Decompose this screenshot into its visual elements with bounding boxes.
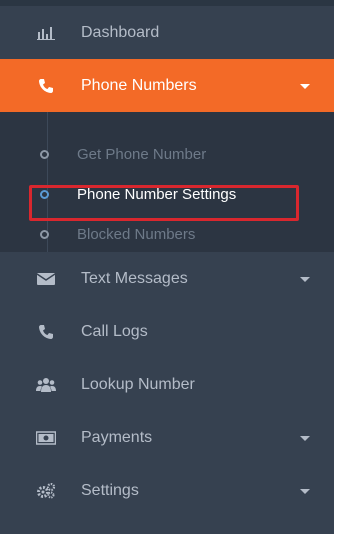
envelope-icon — [35, 269, 57, 289]
sidebar-item-label: Text Messages — [81, 269, 188, 287]
chevron-down-icon — [300, 435, 310, 441]
sidebar-item-label: Call Logs — [81, 322, 148, 340]
chevron-down-icon — [300, 83, 310, 89]
sidebar-item-call-logs[interactable]: Call Logs — [0, 305, 334, 358]
submenu-item-blocked-numbers[interactable]: Blocked Numbers — [0, 214, 334, 254]
bar-chart-icon — [35, 23, 57, 43]
sidebar-item-label: Settings — [81, 481, 139, 499]
bullet-icon — [40, 149, 49, 159]
submenu-item-label: Get Phone Number — [77, 145, 207, 163]
sidebar-item-settings[interactable]: Settings — [0, 464, 334, 517]
sidebar-item-payments[interactable]: Payments — [0, 411, 334, 464]
submenu-item-get-phone-number[interactable]: Get Phone Number — [0, 134, 334, 174]
chevron-down-icon — [300, 488, 310, 494]
sidebar-item-phone-numbers[interactable]: Phone Numbers — [0, 59, 334, 112]
submenu-item-phone-number-settings[interactable]: Phone Number Settings — [0, 174, 334, 214]
submenu-item-label: Blocked Numbers — [77, 225, 196, 243]
sidebar-item-lookup-number[interactable]: Lookup Number — [0, 358, 334, 411]
sidebar-menu: Dashboard Phone Numbers Get Phone Number… — [0, 0, 334, 534]
bullet-icon — [40, 189, 49, 199]
phone-icon — [35, 76, 57, 96]
users-icon — [35, 375, 57, 395]
sidebar-item-label: Payments — [81, 428, 153, 446]
cogs-icon — [35, 481, 57, 501]
submenu-item-label: Phone Number Settings — [77, 185, 237, 203]
phone-numbers-submenu: Get Phone Number Phone Number Settings B… — [0, 112, 334, 252]
bullet-icon — [40, 229, 49, 239]
sidebar-item-label: Dashboard — [81, 23, 160, 41]
chevron-down-icon — [300, 276, 310, 282]
phone-icon — [35, 322, 57, 342]
sidebar-item-label: Lookup Number — [81, 375, 195, 393]
sidebar-item-text-messages[interactable]: Text Messages — [0, 252, 334, 305]
money-icon — [35, 428, 57, 448]
sidebar-item-dashboard[interactable]: Dashboard — [0, 6, 334, 59]
right-edge-strip — [334, 0, 342, 534]
sidebar-item-label: Phone Numbers — [81, 76, 197, 94]
